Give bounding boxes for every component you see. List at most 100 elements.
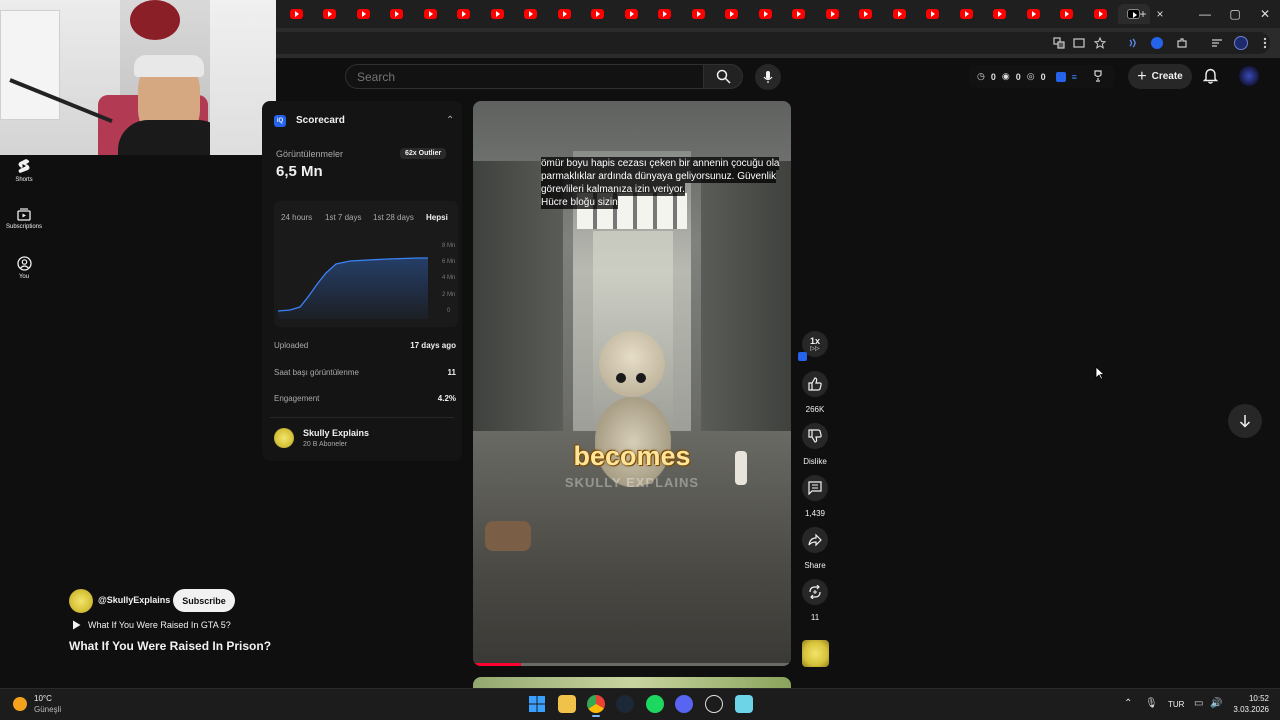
channel-avatar[interactable] [69, 589, 93, 613]
chrome-menu-icon[interactable] [1256, 34, 1274, 52]
start-windows-icon[interactable] [528, 695, 546, 713]
browser-tab[interactable] [582, 4, 614, 24]
account-avatar[interactable] [1239, 66, 1259, 86]
browser-tab[interactable] [548, 4, 580, 24]
shorts-video-player[interactable]: ömür boyu hapis cezası çeken bir annenin… [473, 101, 791, 666]
browser-tab[interactable] [280, 4, 312, 24]
tray-mic-icon[interactable]: 🎙 [1145, 698, 1158, 709]
tab-24-hours[interactable]: 24 hours [281, 213, 312, 222]
browser-tab[interactable] [1084, 4, 1116, 24]
subscribe-button[interactable]: Subscribe [173, 589, 235, 612]
profile-avatar[interactable] [1232, 34, 1250, 52]
notifications-bell-icon[interactable] [1203, 68, 1218, 84]
collapse-chevron-icon[interactable]: ⌃ [446, 115, 454, 126]
browser-tab[interactable] [917, 4, 949, 24]
browser-tab[interactable] [950, 4, 982, 24]
channel-name[interactable]: Skully Explains [303, 428, 369, 438]
clock-time[interactable]: 10:52 [1233, 694, 1269, 703]
sidebar-item-subscriptions[interactable]: Subscriptions [0, 207, 48, 230]
cast-icon[interactable] [1070, 34, 1088, 52]
video-title: What If You Were Raised In Prison? [69, 639, 272, 653]
translate-icon[interactable] [1050, 34, 1068, 52]
reading-list-icon[interactable] [1208, 34, 1226, 52]
sidebar-item-shorts[interactable]: Shorts [0, 158, 48, 183]
extension-audio-icon[interactable] [1124, 34, 1142, 52]
browser-tab[interactable] [314, 4, 346, 24]
thumbs-up-icon [808, 377, 822, 391]
browser-tab[interactable] [414, 4, 446, 24]
ext-count-1: 0 [990, 71, 996, 82]
thumbs-down-icon [808, 429, 822, 443]
browser-tab[interactable] [984, 4, 1016, 24]
youtube-favicon-icon [457, 9, 470, 19]
next-short-button[interactable] [1228, 404, 1262, 438]
remix-button[interactable] [802, 579, 828, 605]
progress-track[interactable] [473, 663, 791, 666]
steam-icon[interactable] [616, 695, 634, 713]
browser-tab[interactable] [1051, 4, 1083, 24]
browser-tab[interactable] [850, 4, 882, 24]
search-button[interactable] [703, 64, 743, 89]
browser-tab[interactable] [448, 4, 480, 24]
address-bar[interactable] [250, 32, 1270, 54]
dislike-button[interactable] [802, 423, 828, 449]
mouse-cursor-icon [1095, 366, 1105, 380]
skeleton-eye [636, 373, 646, 383]
volume-icon[interactable]: 🔊 [1210, 698, 1222, 709]
bookmark-star-icon[interactable] [1091, 34, 1109, 52]
tab-first-7-days[interactable]: 1st 7 days [325, 213, 361, 222]
browser-tab[interactable] [615, 4, 647, 24]
weather-sun-icon[interactable] [13, 697, 27, 711]
notepad-icon[interactable] [735, 695, 753, 713]
browser-tab[interactable] [816, 4, 848, 24]
youtube-favicon-icon [792, 9, 805, 19]
network-icon[interactable]: ▭ [1194, 698, 1203, 709]
channel-handle[interactable]: @SkullyExplains [98, 595, 170, 605]
search-input[interactable] [345, 64, 703, 89]
file-explorer-icon[interactable] [558, 695, 576, 713]
browser-tab[interactable] [347, 4, 379, 24]
like-button[interactable] [802, 371, 828, 397]
stat-label: Saat başı görüntülenme [274, 368, 359, 377]
maximize-icon[interactable]: ▢ [1220, 4, 1250, 24]
extensions-puzzle-icon[interactable] [1173, 34, 1191, 52]
browser-tab[interactable] [883, 4, 915, 24]
browser-tab[interactable] [783, 4, 815, 24]
windows-taskbar [0, 688, 1280, 720]
input-language[interactable]: TUR [1168, 700, 1184, 709]
browser-tab[interactable] [381, 4, 413, 24]
spotify-icon[interactable] [646, 695, 664, 713]
discord-icon[interactable] [675, 695, 693, 713]
browser-tab[interactable] [716, 4, 748, 24]
minimize-icon[interactable]: — [1190, 4, 1220, 24]
browser-tab[interactable] [649, 4, 681, 24]
create-button[interactable]: + Create [1128, 64, 1192, 89]
channel-avatar[interactable] [274, 428, 294, 448]
obs-icon[interactable] [705, 695, 723, 713]
tray-chevron-icon[interactable]: ⌃ [1124, 698, 1132, 709]
new-tab-button[interactable]: + [1128, 4, 1158, 24]
close-window-icon[interactable]: ✕ [1250, 4, 1280, 24]
share-button[interactable] [802, 527, 828, 553]
related-video-link[interactable]: What If You Were Raised In GTA 5? [88, 620, 231, 630]
comments-button[interactable] [802, 475, 828, 501]
trophy-icon[interactable] [1092, 70, 1104, 82]
browser-tab[interactable] [749, 4, 781, 24]
vidiq-extension-icon[interactable] [1148, 34, 1166, 52]
voice-search-button[interactable] [755, 64, 781, 90]
browser-tab[interactable] [481, 4, 513, 24]
vidiq-scorecard-panel: iQ Scorecard ⌃ Görüntülenmeler 6,5 Mn 62… [262, 101, 462, 461]
browser-tab[interactable] [1017, 4, 1049, 24]
sound-thumbnail[interactable] [802, 640, 829, 667]
weather-temp[interactable]: 10°C [34, 694, 52, 703]
chrome-taskbar-icon[interactable] [587, 695, 605, 713]
vidiq-icon[interactable] [1055, 71, 1066, 82]
list-icon[interactable]: ≡ [1072, 72, 1077, 82]
tab-first-28-days[interactable]: 1st 28 days [373, 213, 414, 222]
tab-all[interactable]: Hepsi [426, 213, 448, 222]
sidebar-item-you[interactable]: You [0, 256, 48, 280]
clock-date[interactable]: 3.03.2026 [1225, 705, 1269, 714]
browser-tab[interactable] [515, 4, 547, 24]
webcam-overlay [0, 0, 276, 155]
browser-tab[interactable] [682, 4, 714, 24]
